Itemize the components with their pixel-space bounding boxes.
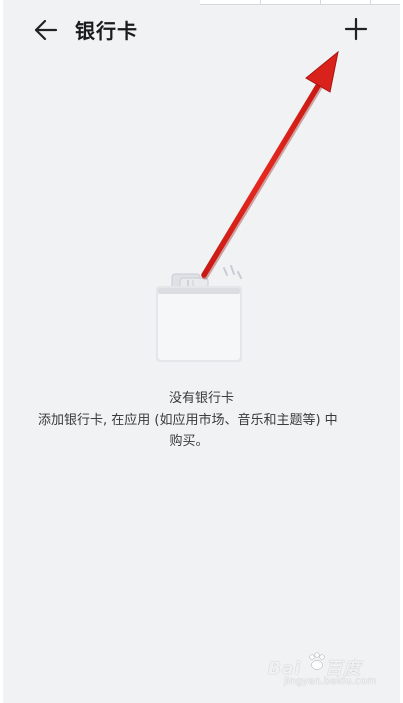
watermark-subtext: jingyan.baidu.com bbox=[284, 676, 377, 687]
app-bar: 银行卡 bbox=[0, 0, 403, 60]
empty-state-description-line2: 购买。 bbox=[169, 434, 209, 449]
empty-state-description-line1: 添加银行卡, 在应用 (如应用市场、音乐和主题等) 中 bbox=[38, 413, 338, 428]
empty-state-title: 没有银行卡 bbox=[168, 391, 234, 406]
bank-card-page: 银行卡 没有银行卡 添加银行卡, 在应用 (如应用市场、音乐和主题等) 中 购买… bbox=[0, 0, 403, 703]
baidu-watermark: Bai 百度 jingyan.baidu.com bbox=[258, 648, 388, 694]
empty-card-illustration bbox=[148, 262, 248, 372]
left-frame-edge bbox=[0, 0, 3, 703]
empty-state-description: 添加银行卡, 在应用 (如应用市场、音乐和主题等) 中 购买。 bbox=[38, 410, 368, 452]
page-title: 银行卡 bbox=[75, 19, 138, 43]
add-card-button[interactable] bbox=[339, 12, 373, 46]
back-button[interactable] bbox=[28, 14, 62, 46]
paw-icon bbox=[309, 652, 325, 670]
plus-icon bbox=[344, 17, 368, 41]
arrow-left-icon bbox=[34, 19, 58, 41]
card-wallet-icon bbox=[156, 265, 242, 362]
